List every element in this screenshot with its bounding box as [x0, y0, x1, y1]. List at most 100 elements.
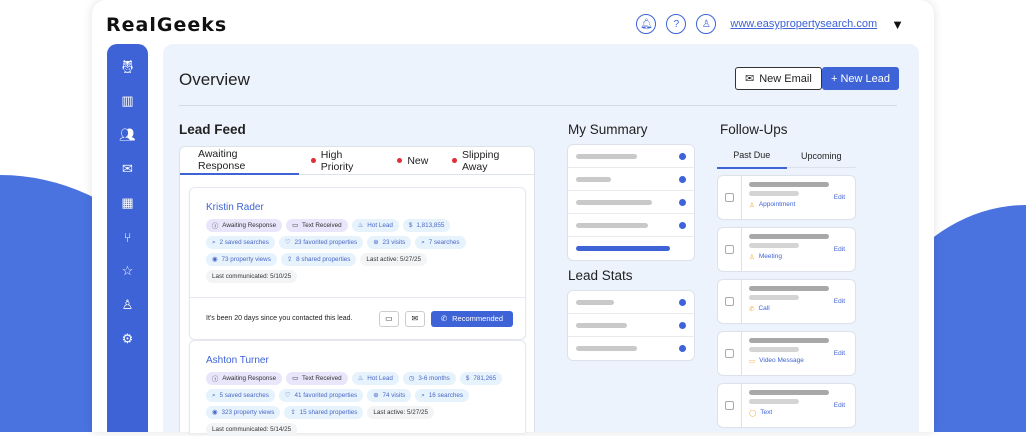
status-dot: [679, 175, 686, 183]
text-button[interactable]: ▭: [378, 310, 399, 327]
edit-link[interactable]: Edit: [834, 402, 845, 409]
lead-card[interactable]: Ashton Turner ⓘ Awaiting Response ▭ Text Re…: [189, 340, 526, 436]
lead-tag: ⊕ 74 visits: [367, 389, 412, 402]
follow-up-card[interactable]: ▭ Video Message Edit: [717, 331, 856, 376]
tag-label: 73 property views: [221, 256, 271, 263]
notifications-icon[interactable]: 🔔︎: [636, 14, 657, 34]
lead-tag: ◉ 323 property views: [206, 406, 281, 419]
tag-icon: $: [408, 222, 413, 229]
tag-icon: ♡: [284, 239, 291, 246]
lead-tag: ⊕ 23 visits: [367, 236, 412, 249]
mail-icon: ✉: [745, 73, 755, 85]
lead-tag: ◉ 73 property views: [206, 253, 277, 266]
follow-up-type: Video Message: [759, 357, 804, 364]
lead-tag: Last active: 5/27/25: [367, 406, 435, 419]
lead-name[interactable]: Ashton Turner: [206, 355, 525, 366]
tab-new[interactable]: New: [385, 147, 440, 175]
mascot-icon[interactable]: 🦉︎: [119, 58, 136, 76]
lead-name[interactable]: Kristin Rader: [206, 202, 525, 213]
tag-label: Text Received: [302, 375, 342, 382]
routing-icon[interactable]: ⑂: [124, 228, 132, 246]
checkbox[interactable]: [725, 245, 734, 254]
tab-awaiting-response[interactable]: Awaiting Response: [180, 147, 300, 175]
lead-tag: ⌕ 5 saved searches: [206, 389, 275, 402]
tag-label: Last active: 5/27/25: [373, 409, 429, 416]
placeholder-bar: [576, 153, 637, 159]
gear-icon[interactable]: ⚙: [122, 330, 134, 348]
lead-feed: Awaiting Response High Priority New Slip…: [179, 146, 535, 436]
tag-icon: ◉: [212, 256, 218, 263]
chevron-down-icon[interactable]: ▼: [891, 17, 904, 32]
progress-bar: [576, 246, 670, 251]
recommended-label: Recommended: [452, 314, 503, 323]
tag-label: 15 shared properties: [299, 409, 358, 416]
email-button[interactable]: ✉: [404, 310, 425, 327]
checkbox[interactable]: [725, 349, 734, 358]
status-dot: [679, 321, 686, 329]
checkbox[interactable]: [725, 297, 734, 306]
tag-label: Awaiting Response: [222, 222, 277, 229]
users-icon[interactable]: 👥︎: [119, 126, 136, 144]
tab-label: Slipping Away: [461, 148, 500, 173]
mail-icon[interactable]: ✉: [122, 160, 133, 178]
placeholder-bar: [576, 322, 627, 328]
placeholder-bar: [749, 338, 829, 343]
follow-up-type: Meeting: [758, 253, 782, 260]
tab-high-priority[interactable]: High Priority: [299, 147, 385, 175]
recommended-call-button[interactable]: ✆ Recommended: [430, 310, 513, 327]
divider: [179, 105, 897, 106]
edit-link[interactable]: Edit: [834, 350, 845, 357]
follow-up-card[interactable]: ♙ Appointment Edit: [717, 175, 856, 220]
tab-slipping-away[interactable]: Slipping Away: [440, 147, 534, 175]
status-dot: [679, 221, 686, 229]
tag-icon: ⌕: [212, 391, 216, 399]
tag-label: Last communicated: 5/10/25: [212, 273, 292, 280]
tag-icon: ⌕: [212, 238, 216, 246]
tag-label: Last active: 5/27/25: [366, 256, 422, 263]
tab-upcoming[interactable]: Upcoming: [787, 144, 857, 167]
lead-tag: Last active: 5/27/25: [360, 253, 428, 266]
lead-card[interactable]: Kristin Rader ⓘ Awaiting Response ▭ Text Re…: [189, 187, 526, 340]
main-content: Overview ✉ New Email + New Lead Lead Feed…: [163, 44, 919, 436]
status-dot: [679, 198, 686, 206]
lead-tag: ⌕ 7 searches: [415, 236, 466, 249]
tag-icon: ⇪: [286, 256, 293, 263]
tag-label: 8 shared properties: [296, 256, 351, 263]
tag-label: 23 visits: [382, 239, 406, 246]
site-link[interactable]: www.easypropertysearch.com: [730, 18, 877, 30]
help-icon[interactable]: ?: [666, 14, 687, 34]
calendar-icon[interactable]: ▦: [121, 194, 133, 212]
top-bar: 🔔︎ ? ♙ www.easypropertysearch.com ▼: [636, 14, 904, 34]
tab-past-due[interactable]: Past Due: [717, 144, 787, 169]
user-settings-icon[interactable]: ♙: [122, 296, 134, 314]
tag-label: 2 saved searches: [219, 239, 269, 246]
new-lead-button[interactable]: + New Lead: [822, 67, 900, 90]
edit-link[interactable]: Edit: [834, 194, 845, 201]
contact-note: It's been 20 days since you contacted th…: [206, 315, 353, 322]
tag-icon: ⇪: [290, 409, 296, 416]
checkbox[interactable]: [725, 401, 734, 410]
placeholder-bar: [749, 243, 799, 248]
phone-icon: ✆: [440, 314, 448, 323]
tag-label: 23 favorited properties: [294, 239, 358, 246]
checkbox[interactable]: [725, 193, 734, 202]
follow-up-type-icon: ◯: [749, 410, 757, 417]
lead-tag: $1,813,855: [402, 219, 451, 232]
star-icon[interactable]: ☆: [122, 262, 134, 280]
placeholder-bar: [576, 346, 637, 351]
edit-link[interactable]: Edit: [834, 246, 845, 253]
chart-icon[interactable]: ▥: [121, 92, 133, 110]
lead-tag: ▭ Text Received: [286, 219, 348, 232]
follow-up-card[interactable]: ✆ Call Edit: [717, 279, 856, 324]
new-email-button[interactable]: ✉ New Email: [735, 67, 822, 90]
placeholder-bar: [749, 191, 799, 196]
follow-up-card[interactable]: ◯ Text Edit: [717, 383, 856, 428]
follow-up-type: Call: [758, 305, 770, 312]
lead-tag: ⌕ 2 saved searches: [206, 236, 275, 249]
lead-tag: ♨ Hot Lead: [351, 372, 399, 385]
follow-up-type-icon: ♙: [749, 254, 755, 261]
edit-link[interactable]: Edit: [834, 298, 845, 305]
user-icon[interactable]: ♙: [696, 14, 717, 34]
tag-icon: ▭: [292, 375, 299, 382]
follow-up-card[interactable]: ♙ Meeting Edit: [717, 227, 856, 272]
